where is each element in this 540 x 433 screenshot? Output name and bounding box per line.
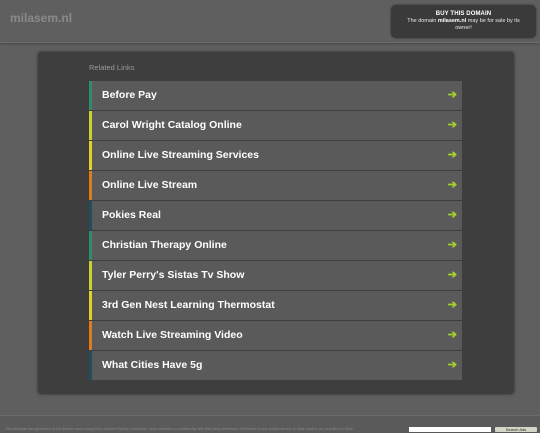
buy-domain-text: The domain milasem.nl may be for sale by… (391, 18, 536, 32)
arrow-right-icon: ➔ (447, 359, 457, 371)
related-links-list: Before Pay ➔ Carol Wright Catalog Online ➔ O… (89, 81, 462, 381)
arrow-right-icon: ➔ (447, 89, 457, 101)
related-link-item[interactable]: What Cities Have 5g ➔ (89, 351, 462, 380)
related-link-label: Online Live Stream (102, 179, 198, 191)
related-link-item[interactable]: Online Live Stream ➔ (89, 171, 462, 200)
related-link-item[interactable]: Before Pay ➔ (89, 81, 462, 110)
related-links-panel: Related Links Before Pay ➔ Carol Wright Ca… (38, 52, 514, 394)
buy-text-domain: milasem.nl (437, 18, 467, 24)
site-name-link[interactable]: milasem.nl (10, 11, 72, 25)
related-link-item[interactable]: Pokies Real ➔ (89, 201, 462, 230)
related-link-label: Christian Therapy Online (102, 239, 227, 251)
related-link-label: Pokies Real (102, 209, 161, 221)
related-link-label: Watch Live Streaming Video (102, 329, 243, 341)
arrow-right-icon: ➔ (447, 149, 457, 161)
arrow-right-icon: ➔ (447, 119, 457, 131)
related-link-label: Before Pay (102, 89, 157, 101)
related-link-item[interactable]: Christian Therapy Online ➔ (89, 231, 462, 260)
related-link-label: Online Live Streaming Services (102, 149, 259, 161)
related-link-item[interactable]: Tyler Perry's Sistas Tv Show ➔ (89, 261, 462, 290)
buy-text-before: The domain (407, 18, 438, 24)
related-link-item[interactable]: Carol Wright Catalog Online ➔ (89, 111, 462, 140)
top-bar: milasem.nl BUY THIS DOMAIN The domain mi… (0, 0, 540, 43)
related-links-title: Related Links (89, 63, 135, 72)
arrow-right-icon: ➔ (447, 209, 457, 221)
buy-domain-title: BUY THIS DOMAIN (435, 11, 492, 17)
related-link-label: Tyler Perry's Sistas Tv Show (102, 269, 245, 281)
related-link-item[interactable]: 3rd Gen Nest Learning Thermostat ➔ (89, 291, 462, 320)
arrow-right-icon: ➔ (447, 179, 457, 191)
buy-domain-box[interactable]: BUY THIS DOMAIN The domain milasem.nl ma… (391, 5, 536, 38)
arrow-right-icon: ➔ (447, 329, 457, 341)
related-link-label: Carol Wright Catalog Online (102, 119, 242, 131)
search-input[interactable] (409, 427, 491, 432)
arrow-right-icon: ➔ (447, 299, 457, 311)
related-link-item[interactable]: Online Live Streaming Services ➔ (89, 141, 462, 170)
related-link-label: 3rd Gen Nest Learning Thermostat (102, 299, 275, 311)
related-link-label: What Cities Have 5g (102, 359, 203, 371)
footer-disclaimer: This webpage was generated by the domain… (5, 427, 353, 431)
arrow-right-icon: ➔ (447, 239, 457, 251)
related-link-item[interactable]: Watch Live Streaming Video ➔ (89, 321, 462, 350)
search-ads-button[interactable]: Search Ads (495, 427, 537, 432)
arrow-right-icon: ➔ (447, 269, 457, 281)
